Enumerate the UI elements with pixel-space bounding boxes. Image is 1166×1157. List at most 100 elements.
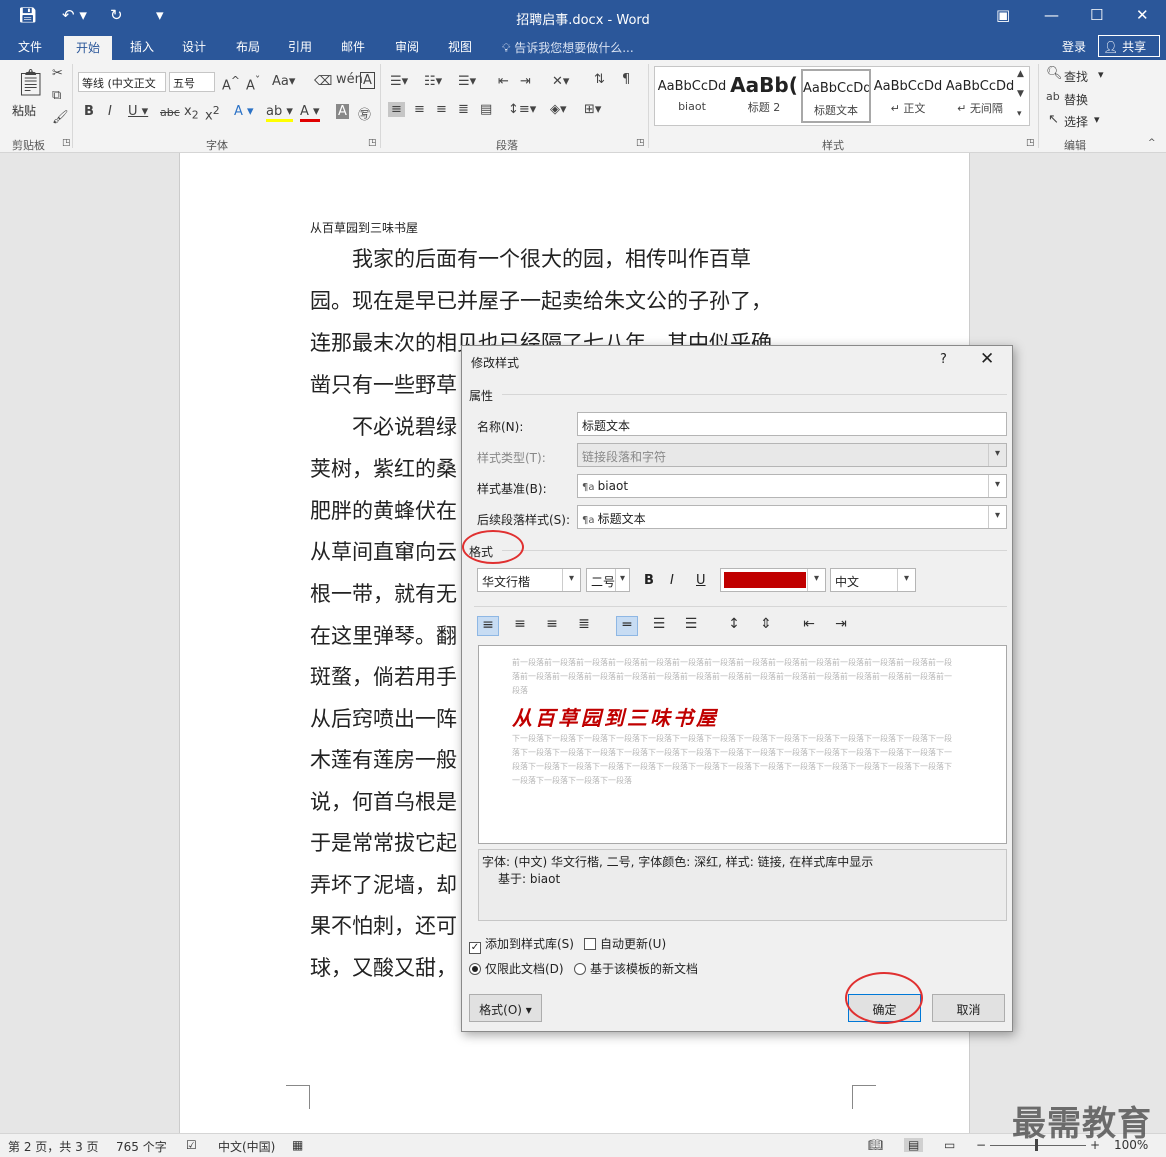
font-color-icon[interactable]: A ▾	[300, 104, 320, 122]
font-color-select[interactable]: ▾	[720, 568, 826, 592]
superscript-icon[interactable]: x2	[205, 104, 220, 123]
chevron-down-icon[interactable]: ▾	[988, 475, 1006, 497]
tab-insert[interactable]: 插入	[130, 38, 154, 55]
style-item-normal[interactable]: AaBbCcDd ↵ 正文	[873, 69, 943, 123]
tell-me-box[interactable]: 💡︎ 告诉我您想要做什么...	[502, 39, 634, 56]
align-left-icon[interactable]: ≡	[477, 616, 499, 636]
styles-launcher-icon[interactable]: ◳	[1026, 138, 1035, 148]
tab-mailings[interactable]: 邮件	[341, 38, 365, 55]
borders-icon[interactable]: ⊞▾	[584, 102, 601, 117]
shrink-font-icon[interactable]: Aˇ	[246, 74, 260, 93]
gallery-up-icon[interactable]: ▲	[1017, 69, 1024, 79]
double-spacing-icon[interactable]: ☰	[680, 616, 702, 636]
format-painter-icon[interactable]: 🖌︎	[52, 110, 69, 125]
ribbon-display-icon[interactable]: ▣	[996, 6, 1010, 24]
decrease-para-spacing-icon[interactable]: ⇕	[755, 616, 777, 636]
select-button[interactable]: 选择	[1064, 113, 1088, 130]
asian-layout-icon[interactable]: ✕▾	[552, 74, 569, 89]
font-size-combo[interactable]: 五号	[169, 72, 215, 92]
language-select[interactable]: 中文 ▾	[830, 568, 916, 592]
char-border-icon[interactable]: A	[360, 72, 375, 89]
chevron-down-icon[interactable]: ▾	[988, 506, 1006, 528]
chevron-down-icon[interactable]: ▾	[807, 569, 825, 591]
font-size-select[interactable]: 二号 ▾	[586, 568, 630, 592]
proofing-icon[interactable]: ☑	[186, 1138, 197, 1152]
decrease-indent-icon[interactable]: ⇤	[798, 616, 820, 636]
share-button[interactable]: 👤︎ 共享	[1098, 35, 1160, 57]
font-name-select[interactable]: 华文行楷 ▾	[477, 568, 581, 592]
read-mode-icon[interactable]: 📖︎	[868, 1138, 883, 1152]
add-to-gallery-checkbox[interactable]: ✓ 添加到样式库(S)	[469, 935, 574, 954]
tab-references[interactable]: 引用	[288, 38, 312, 55]
underline-button[interactable]: U	[696, 573, 706, 588]
style-item-heading2[interactable]: AaBb( 标题 2	[729, 69, 799, 123]
bullets-icon[interactable]: ☰▾	[390, 74, 408, 89]
style-item-no-spacing[interactable]: AaBbCcDd ↵ 无间隔	[945, 69, 1015, 123]
maximize-icon[interactable]: ☐	[1090, 6, 1103, 24]
paste-icon[interactable]: 📋︎	[14, 68, 47, 98]
bold-button[interactable]: B	[644, 573, 654, 588]
replace-button[interactable]: 替换	[1064, 91, 1088, 108]
zoom-slider[interactable]	[990, 1145, 1086, 1146]
based-on-select[interactable]: ¶a biaot ▾	[577, 474, 1007, 498]
replace-icon[interactable]: ab	[1046, 90, 1060, 103]
decrease-indent-icon[interactable]: ⇤	[498, 74, 509, 89]
login-link[interactable]: 登录	[1062, 38, 1086, 55]
single-spacing-icon[interactable]: ═	[616, 616, 638, 636]
numbering-icon[interactable]: ☷▾	[424, 74, 442, 89]
find-icon[interactable]: 🔍︎	[1046, 66, 1063, 81]
justify-icon[interactable]: ≣	[573, 616, 595, 636]
find-button[interactable]: 查找	[1064, 68, 1088, 85]
chevron-down-icon[interactable]: ▾	[615, 569, 629, 591]
gallery-down-icon[interactable]: ▼	[1017, 89, 1024, 99]
align-right-icon[interactable]: ≡	[541, 616, 563, 636]
print-layout-icon[interactable]: ▤	[904, 1138, 924, 1152]
strikethrough-icon[interactable]: abc	[160, 106, 180, 119]
macro-icon[interactable]: ▦	[292, 1138, 303, 1152]
next-style-select[interactable]: ¶a 标题文本 ▾	[577, 505, 1007, 529]
chevron-down-icon[interactable]: ▾	[562, 569, 580, 591]
bold-icon[interactable]: B	[84, 104, 94, 119]
chevron-down-icon[interactable]: ▾	[897, 569, 915, 591]
text-effects-icon[interactable]: A ▾	[234, 104, 254, 119]
format-menu-button[interactable]: 格式(O) ▾	[469, 994, 542, 1022]
style-name-input[interactable]: 标题文本	[577, 412, 1007, 436]
tab-review[interactable]: 审阅	[395, 38, 419, 55]
style-item-biaot[interactable]: AaBbCcDd biaot	[657, 69, 727, 123]
multilevel-list-icon[interactable]: ☰▾	[458, 74, 476, 89]
increase-indent-icon[interactable]: ⇥	[830, 616, 852, 636]
font-launcher-icon[interactable]: ◳	[368, 138, 377, 148]
select-icon[interactable]: ↖	[1048, 112, 1059, 127]
paste-label[interactable]: 粘贴	[12, 102, 36, 119]
align-right-icon[interactable]: ≡	[436, 102, 447, 117]
grow-font-icon[interactable]: A^	[222, 74, 240, 93]
clear-format-icon[interactable]: ⌫	[314, 74, 332, 89]
font-name-combo[interactable]: 等线 (中文正文	[78, 72, 166, 92]
help-icon[interactable]: ?	[940, 352, 947, 367]
minimize-icon[interactable]: —	[1044, 6, 1059, 24]
sort-icon[interactable]: ⇅	[594, 72, 605, 87]
tab-home[interactable]: 开始	[64, 36, 113, 60]
increase-indent-icon[interactable]: ⇥	[520, 74, 531, 89]
tab-view[interactable]: 视图	[448, 38, 472, 55]
distributed-icon[interactable]: ▤	[480, 102, 492, 117]
underline-icon[interactable]: U ▾	[128, 104, 148, 119]
style-item-title-text[interactable]: AaBbCcDd 标题文本	[801, 69, 871, 123]
cut-icon[interactable]: ✂	[52, 66, 63, 81]
show-marks-icon[interactable]: ¶	[622, 72, 630, 87]
phonetic-guide-icon[interactable]: wén	[336, 72, 363, 87]
line-spacing-icon[interactable]: ↕≡▾	[508, 102, 536, 117]
paragraph-launcher-icon[interactable]: ◳	[636, 138, 645, 148]
zoom-out-icon[interactable]: −	[976, 1138, 986, 1152]
align-left-icon[interactable]: ≡	[388, 102, 405, 117]
web-layout-icon[interactable]: ▭	[944, 1138, 955, 1152]
only-this-doc-radio[interactable]: 仅限此文档(D)	[469, 960, 564, 977]
gallery-more-icon[interactable]: ▾	[1017, 109, 1022, 119]
auto-update-checkbox[interactable]: 自动更新(U)	[584, 935, 666, 952]
align-center-icon[interactable]: ≡	[414, 102, 425, 117]
dialog-close-icon[interactable]: ✕	[980, 349, 994, 369]
enclose-char-icon[interactable]: ㊢	[358, 104, 371, 123]
cancel-button[interactable]: 取消	[932, 994, 1005, 1022]
copy-icon[interactable]: ⧉	[52, 88, 61, 103]
italic-icon[interactable]: I	[108, 104, 112, 119]
